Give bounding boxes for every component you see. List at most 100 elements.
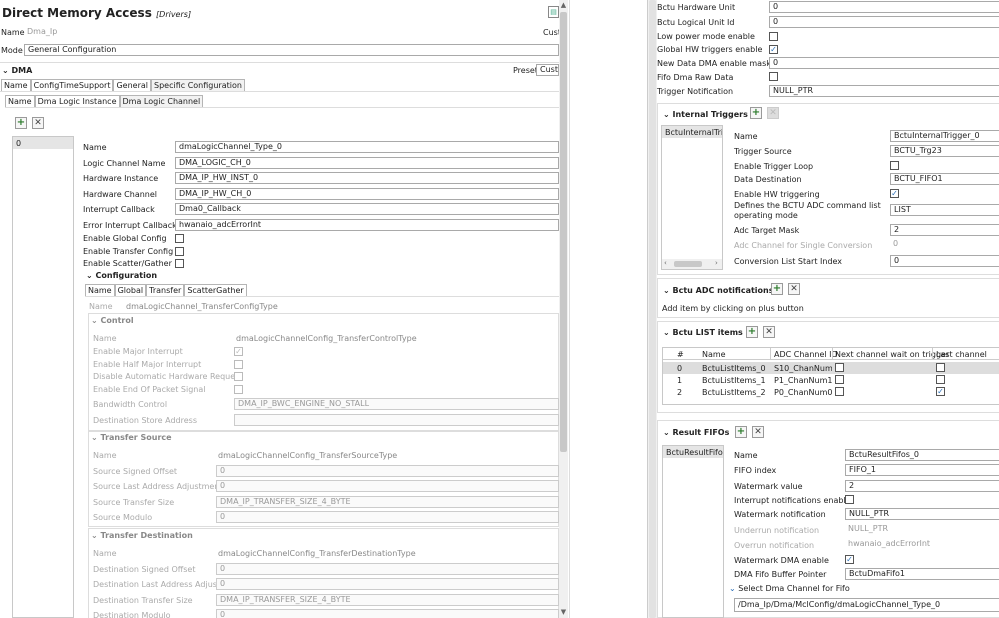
control-checkbox[interactable] <box>234 372 243 381</box>
mode-field[interactable]: General Configuration <box>24 44 559 56</box>
table-cell-index[interactable]: 0 <box>677 364 682 373</box>
tab-dma-logic-channel[interactable]: Dma Logic Channel <box>119 95 204 107</box>
top-field-input[interactable]: 0 <box>769 16 999 28</box>
transfer-row-field[interactable]: DMA_IP_TRANSFER_SIZE_4_BYTE <box>216 593 559 606</box>
cmd-mode-field[interactable]: LIST <box>890 204 999 216</box>
new-data-field[interactable]: 0 <box>769 57 999 69</box>
dma-section-header[interactable]: ⌄ DMA <box>2 66 32 75</box>
select-dma-channel-label[interactable]: ⌄ Select Dma Channel for Fifo <box>729 584 850 593</box>
trigger-row-field[interactable]: BCTU_Trg23 <box>890 145 999 157</box>
column-header-last[interactable]: Last channel <box>936 350 987 359</box>
tab-config-scatter-gather[interactable]: ScatterGather <box>184 284 247 296</box>
document-icon[interactable]: ▤ <box>548 6 559 18</box>
buffer-pointer-field[interactable]: BctuDmaFifo1 <box>845 568 999 580</box>
table-cell-name[interactable]: BctuListItems_2 <box>702 388 766 397</box>
checkbox[interactable] <box>175 234 184 243</box>
next-channel-checkbox[interactable] <box>835 375 844 384</box>
watermark-field[interactable]: 2 <box>845 480 999 492</box>
fifo-raw-checkbox[interactable] <box>769 72 778 81</box>
underrun-field[interactable]: NULL_PTR <box>845 524 999 536</box>
hscroll-thumb[interactable] <box>674 261 702 267</box>
trigger-row-checkbox[interactable] <box>890 161 899 170</box>
name-field[interactable]: Dma_Ip <box>24 27 544 39</box>
trigger-row-checkbox[interactable]: ✓ <box>890 189 899 198</box>
configuration-section-header[interactable]: ⌄ Configuration <box>86 271 157 280</box>
last-channel-checkbox[interactable]: ✓ <box>936 387 945 396</box>
tab-config-name[interactable]: Name <box>85 284 115 296</box>
transfer-destination-header[interactable]: ⌄ Transfer Destination <box>91 531 193 540</box>
scroll-thumb[interactable] <box>560 12 567 452</box>
field-input[interactable]: DMA_IP_HW_CH_0 <box>175 187 559 200</box>
tab-config-transfer[interactable]: Transfer <box>146 284 185 296</box>
tab-general[interactable]: General <box>113 79 152 91</box>
transfer-row-field[interactable]: 0 <box>216 609 559 618</box>
preset-select[interactable]: Custo <box>536 64 559 76</box>
field-input[interactable]: DMA_LOGIC_CH_0 <box>175 156 559 169</box>
scroll-down-icon[interactable]: ▼ <box>559 608 568 617</box>
trigger-notif-field[interactable]: NULL_PTR <box>769 85 999 97</box>
top-field-input[interactable]: 0 <box>769 1 999 13</box>
dest-store-field[interactable] <box>234 414 559 426</box>
field-input[interactable]: dmaLogicChannel_Type_0 <box>175 141 559 153</box>
fifo-name-field[interactable]: BctuResultFifos_0 <box>845 449 999 461</box>
table-cell-adc[interactable]: S10_ChanNum... <box>774 364 832 373</box>
add-trigger-button[interactable]: + <box>750 107 762 119</box>
top-checkbox[interactable] <box>769 32 778 41</box>
transfer-row-field[interactable]: 0 <box>216 562 559 575</box>
single-conversion-field[interactable]: 0 <box>890 239 999 251</box>
control-section-header[interactable]: ⌄ Control <box>91 316 134 325</box>
last-channel-checkbox[interactable] <box>936 363 945 372</box>
dma-channel-path-field[interactable]: /Dma_Ip/Dma/MclConfig/dmaLogicChannel_Ty… <box>734 598 999 612</box>
transfer-row-field[interactable]: 0 <box>216 511 559 524</box>
chevron-right-icon[interactable]: › <box>715 259 718 267</box>
trigger-row-field[interactable]: BCTU_FIFO1 <box>890 173 999 185</box>
add-fifo-button[interactable]: + <box>735 426 747 438</box>
control-checkbox[interactable]: ✓ <box>234 347 243 356</box>
table-cell-name[interactable]: BctuListItems_1 <box>702 376 766 385</box>
transfer-row-field[interactable]: 0 <box>216 578 559 591</box>
next-channel-checkbox[interactable] <box>835 363 844 372</box>
remove-notification-button[interactable]: ✕ <box>788 283 800 295</box>
transfer-row-field[interactable]: DMA_IP_TRANSFER_SIZE_4_BYTE <box>216 495 559 508</box>
right-scrollbar[interactable] <box>648 0 657 618</box>
list-item[interactable]: BctuResultFifos_0 <box>666 448 723 457</box>
trigger-row-field[interactable]: BctuInternalTrigger_0 <box>890 130 999 142</box>
interrupt-notif-checkbox[interactable] <box>845 495 854 504</box>
control-checkbox[interactable] <box>234 359 243 369</box>
table-cell-index[interactable]: 1 <box>677 376 682 385</box>
column-header-name[interactable]: Name <box>702 350 726 359</box>
table-cell-index[interactable]: 2 <box>677 388 682 397</box>
field-input[interactable]: DMA_IP_HW_INST_0 <box>175 172 559 185</box>
column-header-index[interactable]: # <box>677 350 684 359</box>
trigger-list-hscroll[interactable]: ‹ › <box>662 259 722 269</box>
top-checkbox[interactable]: ✓ <box>769 44 778 54</box>
list-start-index-field[interactable]: 0 <box>890 255 999 267</box>
transfer-source-header[interactable]: ⌄ Transfer Source <box>91 433 172 442</box>
wm-dma-checkbox[interactable]: ✓ <box>845 555 854 564</box>
bandwidth-field[interactable]: DMA_IP_BWC_ENGINE_NO_STALL <box>234 398 559 410</box>
add-channel-button[interactable]: + <box>15 117 27 129</box>
remove-fifo-button[interactable]: ✕ <box>752 426 764 438</box>
adc-notifications-header[interactable]: ⌄ Bctu ADC notifications <box>663 286 773 295</box>
right-scroll-thumb[interactable] <box>649 0 656 618</box>
tab-dma-logic-instance[interactable]: Dma Logic Instance <box>34 95 120 107</box>
tab-config-global[interactable]: Global <box>114 284 147 296</box>
result-fifos-header[interactable]: ⌄ Result FIFOs <box>663 428 729 437</box>
list-item[interactable]: BctuInternalTrigg <box>665 128 722 137</box>
column-header-adc[interactable]: ADC Channel ID <box>774 350 838 359</box>
scroll-up-icon[interactable]: ▲ <box>559 1 568 10</box>
remove-list-item-button[interactable]: ✕ <box>763 326 775 338</box>
table-cell-adc[interactable]: P0_ChanNum0 <box>774 388 832 397</box>
list-items-header[interactable]: ⌄ Bctu LIST items <box>663 328 743 337</box>
remove-channel-button[interactable]: ✕ <box>32 117 44 129</box>
fifo-index-field[interactable]: FIFO_1 <box>845 464 999 476</box>
table-cell-adc[interactable]: P1_ChanNum1 <box>774 376 832 385</box>
transfer-row-field[interactable]: 0 <box>216 464 559 477</box>
table-cell-name[interactable]: BctuListItems_0 <box>702 364 766 373</box>
checkbox[interactable] <box>175 246 184 256</box>
control-checkbox[interactable] <box>234 384 243 394</box>
add-list-item-button[interactable]: + <box>746 326 758 338</box>
remove-trigger-button[interactable]: ✕ <box>767 107 779 119</box>
tab-name[interactable]: Name <box>1 79 31 91</box>
add-notification-button[interactable]: + <box>771 283 783 295</box>
